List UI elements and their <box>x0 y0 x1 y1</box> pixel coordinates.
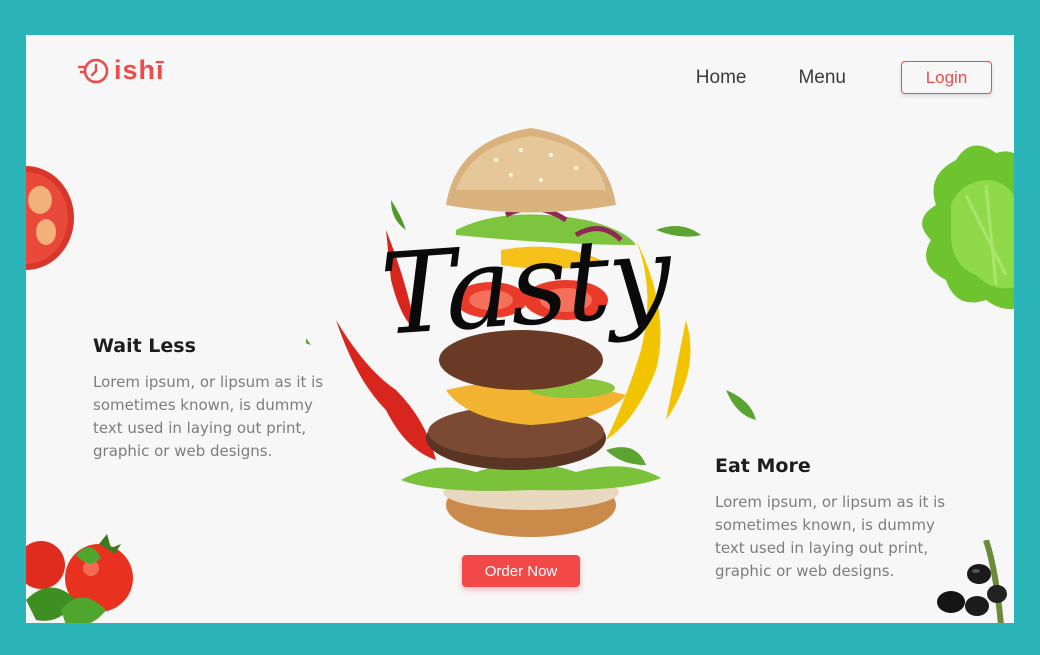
tomato-slice-image <box>26 166 74 270</box>
brand-name: ishī <box>114 55 165 85</box>
order-now-button[interactable]: Order Now <box>462 555 580 587</box>
feature-title: Eat More <box>715 455 811 477</box>
login-button[interactable]: Login <box>901 61 992 94</box>
feature-text: Lorem ipsum, or lipsum as it is sometime… <box>93 373 324 460</box>
feature-eat-more: Eat More Lorem ipsum, or lipsum as it is… <box>715 455 965 583</box>
feature-wait-less: Wait Less Lorem ipsum, or lipsum as it i… <box>93 335 343 463</box>
feature-text: Lorem ipsum, or lipsum as it is sometime… <box>715 493 946 580</box>
top-nav: Home Menu Login <box>696 61 992 94</box>
feature-title: Wait Less <box>93 335 196 357</box>
lettuce-image <box>922 145 1014 309</box>
nav-home-link[interactable]: Home <box>696 67 747 89</box>
landing-page: ishī Home Menu Login Tasty Wait Less Lor… <box>26 35 1014 623</box>
hero-headline: Tasty <box>376 211 674 361</box>
logo[interactable]: ishī <box>78 55 165 86</box>
nav-menu-link[interactable]: Menu <box>798 67 846 89</box>
tomatoes-basil-image <box>26 534 133 623</box>
logo-clock-icon <box>78 58 109 83</box>
